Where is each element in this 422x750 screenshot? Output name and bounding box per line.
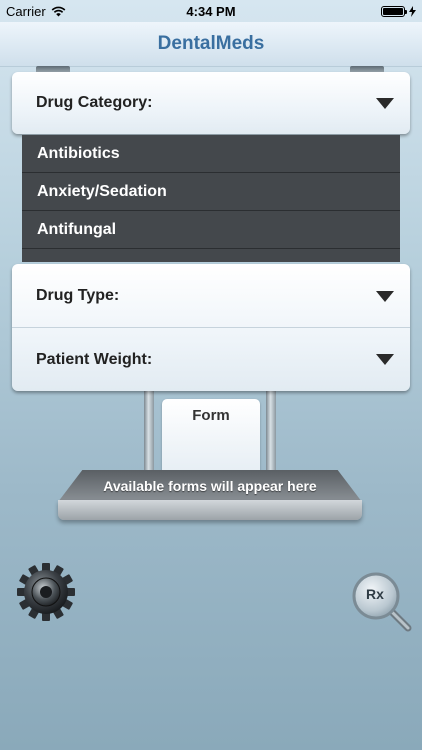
settings-button[interactable] (16, 562, 76, 622)
status-time: 4:34 PM (186, 3, 236, 19)
list-item-antifungal[interactable]: Antifungal (22, 211, 400, 249)
tray-front (58, 500, 362, 520)
mount-post-left (144, 388, 154, 480)
drug-category-list[interactable]: Antibiotics Anxiety/Sedation Antifungal (22, 135, 400, 262)
drug-category-label: Drug Category: (36, 94, 153, 111)
battery-fill (383, 7, 403, 15)
battery-icon (381, 5, 407, 17)
forms-tray: Available forms will appear here (58, 470, 362, 520)
drug-type-selector[interactable]: Drug Type: (12, 264, 410, 328)
forms-placeholder: Available forms will appear here (103, 478, 317, 494)
list-item-antibiotics[interactable]: Antibiotics (22, 135, 400, 173)
drug-type-label: Drug Type: (36, 287, 120, 304)
form-tab[interactable]: Form (162, 399, 260, 473)
gear-icon (17, 563, 75, 621)
form-tab-label: Form (192, 407, 230, 424)
drug-category-dropdown-icon[interactable] (376, 97, 394, 109)
rx-search-button[interactable]: Rx (350, 570, 412, 632)
mount-post-right (266, 388, 276, 480)
status-bar: Carrier 4:34 PM (0, 0, 422, 22)
drug-category-panel[interactable]: Drug Category: (12, 72, 410, 134)
drug-type-dropdown-icon[interactable] (376, 290, 394, 302)
patient-weight-dropdown-icon[interactable] (376, 354, 394, 365)
nav-bar: DentalMeds (0, 22, 422, 67)
patient-weight-selector[interactable]: Patient Weight: (12, 328, 410, 391)
app-title: DentalMeds (157, 33, 265, 54)
patient-weight-label: Patient Weight: (36, 350, 153, 368)
list-item-anxiety-sedation[interactable]: Anxiety/Sedation (22, 173, 400, 211)
drug-category-selector[interactable]: Drug Category: (12, 72, 410, 134)
rx-label: Rx (366, 586, 384, 602)
selectors-panel: Drug Type: Patient Weight: (12, 264, 410, 391)
